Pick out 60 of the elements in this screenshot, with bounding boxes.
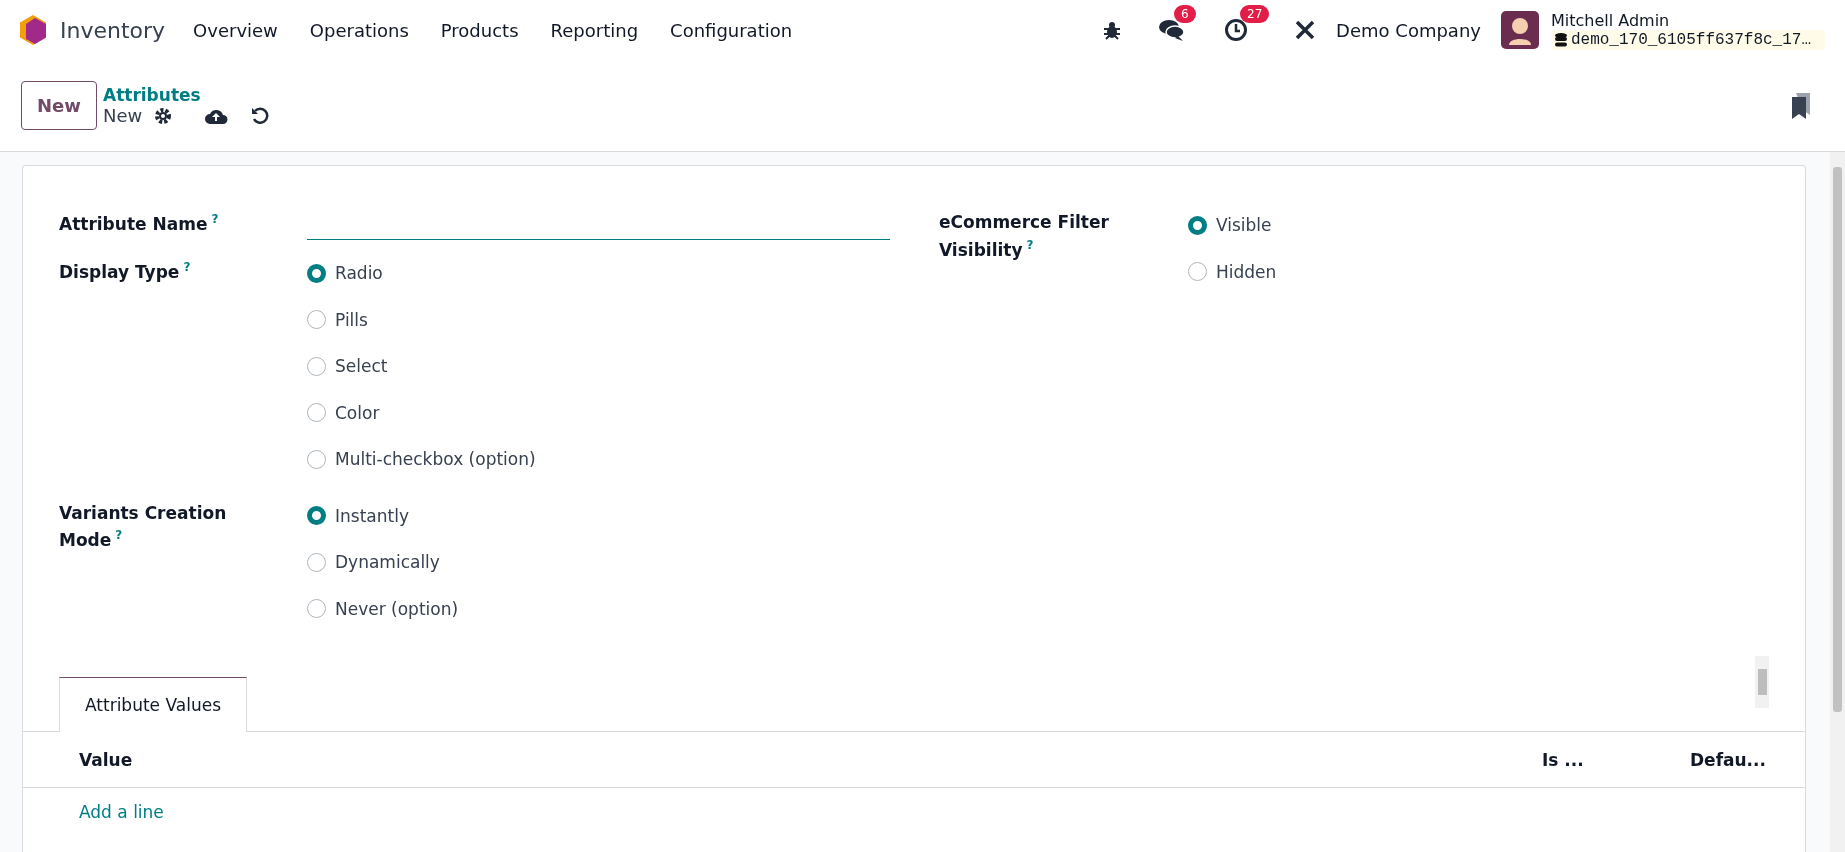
app-logo-icon [20, 15, 46, 45]
app-name: Inventory [60, 17, 166, 43]
radio-button[interactable] [307, 449, 326, 469]
radio-option[interactable]: Radio [307, 250, 939, 297]
person-silhouette-icon [1506, 15, 1533, 45]
field-label: Display Type $^{?}$ [59, 259, 192, 284]
radio-button[interactable] [1188, 262, 1207, 282]
scrollbar [1755, 656, 1769, 708]
field-label: eCommerce Filter Visibility $^{?}$ [939, 211, 1110, 262]
discard-icon[interactable] [250, 105, 271, 126]
settings-icon[interactable] [154, 106, 173, 125]
chat-icon [1158, 18, 1187, 42]
field-label: Variants Creation Mode $^{?}$ [59, 501, 228, 552]
menu-item[interactable]: Reporting [550, 19, 639, 41]
radio-option[interactable]: Never (option) [307, 585, 939, 632]
radio-button[interactable] [307, 263, 326, 283]
company-switcher[interactable]: Demo Company [1336, 19, 1481, 41]
column-header: Is ... [1542, 749, 1585, 770]
database-icon [1554, 32, 1567, 47]
notification-badge: 27 [1240, 5, 1270, 23]
radio-button[interactable] [307, 356, 326, 376]
menu-item[interactable]: Operations [309, 19, 409, 41]
column-header: Defau... [1690, 749, 1767, 770]
menu-item[interactable]: Products [440, 19, 519, 41]
column-header: Value [79, 749, 134, 770]
debug-button[interactable] [1102, 20, 1123, 40]
bookmark-icon[interactable] [1790, 90, 1812, 121]
breadcrumb-link[interactable]: Attributes [103, 85, 271, 105]
messages-button[interactable]: 6 [1158, 4, 1213, 56]
activities-button[interactable]: 27 [1224, 4, 1275, 56]
radio-button[interactable] [1188, 215, 1207, 235]
record-name: New [103, 105, 143, 126]
radio-button[interactable] [307, 506, 326, 526]
add-line-link[interactable]: Add a line [23, 788, 1805, 836]
radio-option[interactable]: Pills [307, 296, 939, 343]
radio-option[interactable]: Instantly [307, 492, 939, 539]
field-label: Attribute Name $^{?}$ [59, 211, 220, 236]
new-button[interactable]: New [21, 81, 97, 130]
notification-badge: 6 [1174, 5, 1196, 23]
radio-button[interactable] [307, 310, 326, 330]
radio-option[interactable]: Multi-checkbox (option) [307, 436, 939, 483]
menu-item[interactable]: Configuration [670, 19, 793, 41]
radio-option[interactable]: Hidden [1188, 248, 1539, 295]
radio-option[interactable]: Color [307, 389, 939, 436]
radio-option[interactable]: Select [307, 343, 939, 390]
tab[interactable]: Attribute Values [59, 677, 247, 732]
radio-option[interactable]: Visible [1188, 202, 1539, 249]
database-name: demo_170_6105ff637f8c_17… [1550, 29, 1825, 50]
help-tooltip-mark: ? [1026, 237, 1034, 252]
help-tooltip-mark: ? [183, 260, 191, 274]
radio-button[interactable] [307, 552, 326, 572]
bug-icon [1102, 20, 1123, 40]
radio-button[interactable] [307, 599, 326, 619]
clock-icon [1224, 18, 1249, 42]
help-tooltip-mark: ? [115, 528, 123, 542]
menu-item[interactable]: Overview [193, 19, 278, 41]
user-name[interactable]: Mitchell Admin [1550, 10, 1825, 30]
radio-button[interactable] [307, 403, 326, 423]
radio-option[interactable]: Dynamically [307, 539, 939, 586]
help-tooltip-mark: ? [211, 212, 219, 226]
